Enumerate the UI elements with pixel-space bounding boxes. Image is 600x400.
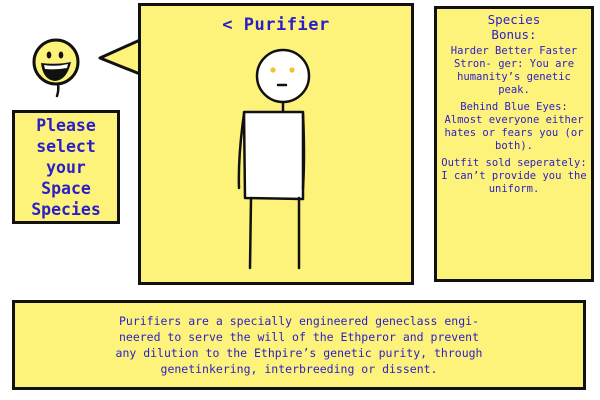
description-line: Purifiers are a specially engineered gen… [118,314,479,328]
bonus-heading: Species Bonus: [441,12,587,42]
purifier-figure-icon [237,48,311,270]
description-line: any dilution to the Ethpire’s genetic pu… [115,346,483,360]
prompt-line: Please [36,115,96,135]
prompt-line: Space [41,178,91,198]
speech-pointer [98,38,141,76]
prompt-line: select [36,136,96,156]
species-bonus-panel: Species Bonus: Harder Better Faster Stro… [434,6,594,282]
species-portrait-panel: < Purifier [138,3,414,285]
description-line: neered to serve the will of the Ethperor… [118,330,479,344]
species-description-panel: Purifiers are a specially engineered gen… [12,300,586,390]
select-species-prompt: Please select your Space Species [12,110,120,224]
bonus-behind-blue-eyes: Behind Blue Eyes: Almost everyone either… [444,101,584,152]
description-line: genetinkering, interbreeding or dissent. [160,362,438,376]
bonus-heading-line: Species [487,12,541,27]
prompt-line: Species [31,199,101,219]
bonus-heading-line: Bonus: [491,27,537,42]
bonus-harder-better-faster-stronger: Harder Better Faster Stron- ger: You are… [450,45,578,96]
prompt-line: your [46,157,86,177]
narrator-smiley-icon [32,38,80,98]
bonus-outfit-sold-separately: Outfit sold seperately: I can’t provide … [441,157,587,195]
